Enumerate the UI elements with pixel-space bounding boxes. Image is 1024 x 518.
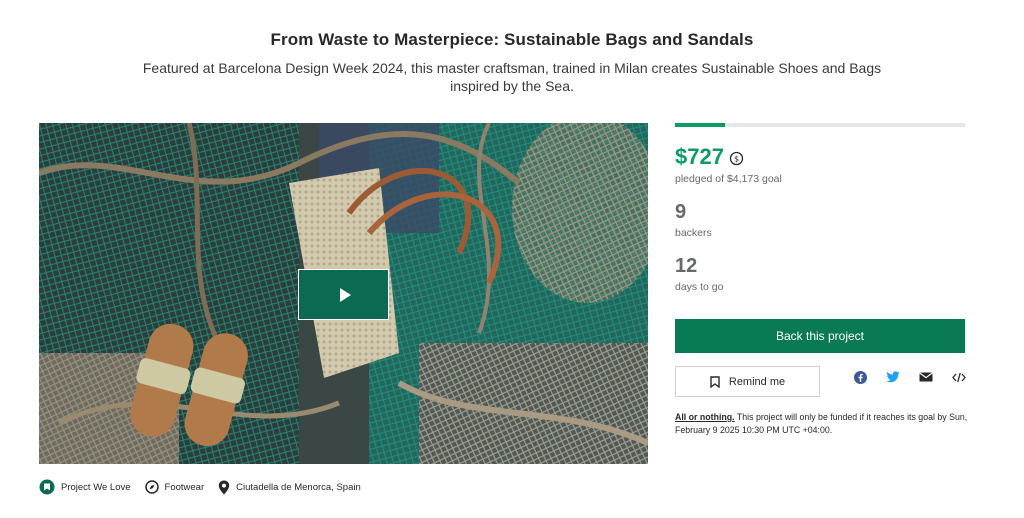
all-or-nothing-link[interactable]: All or nothing. [675,412,735,422]
project-title: From Waste to Masterpiece: Sustainable B… [270,30,754,49]
email-icon [919,372,933,382]
remind-me-button[interactable]: Remind me [675,366,820,397]
tag-label: Project We Love [61,481,131,493]
funding-progress-bar [675,123,965,127]
tag-label: Ciutadella de Menorca, Spain [236,481,361,493]
days-to-go-count: 12 [675,255,698,277]
share-facebook[interactable] [853,370,867,384]
pledged-goal: pledged of $4,173 goal [675,173,782,185]
currency-conversion-icon[interactable]: $ [729,151,744,166]
pledged-amount: $727 [675,144,724,169]
tag-project-we-love[interactable]: Project We Love [39,479,131,495]
share-embed[interactable] [952,370,966,384]
share-links [853,370,985,384]
tag-label: Footwear [164,481,205,493]
funding-progress-fill [675,123,726,127]
remind-me-label: Remind me [728,375,786,388]
embed-icon [952,372,966,382]
backers-label: backers [675,227,712,239]
bookmark-icon [710,375,720,388]
compass-icon [144,480,159,494]
share-twitter[interactable] [886,370,900,384]
tag-category[interactable]: Footwear [144,480,205,494]
funding-terms: All or nothing. This project will only b… [675,411,970,437]
project-tags: Project We Love Footwear Ciutadella de M… [39,479,375,495]
days-to-go-label: days to go [675,281,724,293]
back-this-project-button[interactable]: Back this project [675,319,965,353]
location-pin-icon [218,480,230,494]
project-we-love-icon [39,479,55,495]
campaign-panel: $727 $ pledged of $4,173 goal 9 backers … [675,123,967,435]
project-header: From Waste to Masterpiece: Sustainable B… [0,30,1024,95]
project-subtitle: Featured at Barcelona Design Week 2024, … [142,60,882,94]
twitter-icon [886,371,900,383]
tag-location[interactable]: Ciutadella de Menorca, Spain [218,480,361,495]
facebook-icon [853,370,867,384]
project-video[interactable] [39,123,648,464]
play-button[interactable] [298,269,389,320]
play-icon [339,287,351,302]
share-email[interactable] [919,370,933,384]
backers-count: 9 [675,201,687,223]
svg-text:$: $ [734,155,739,164]
